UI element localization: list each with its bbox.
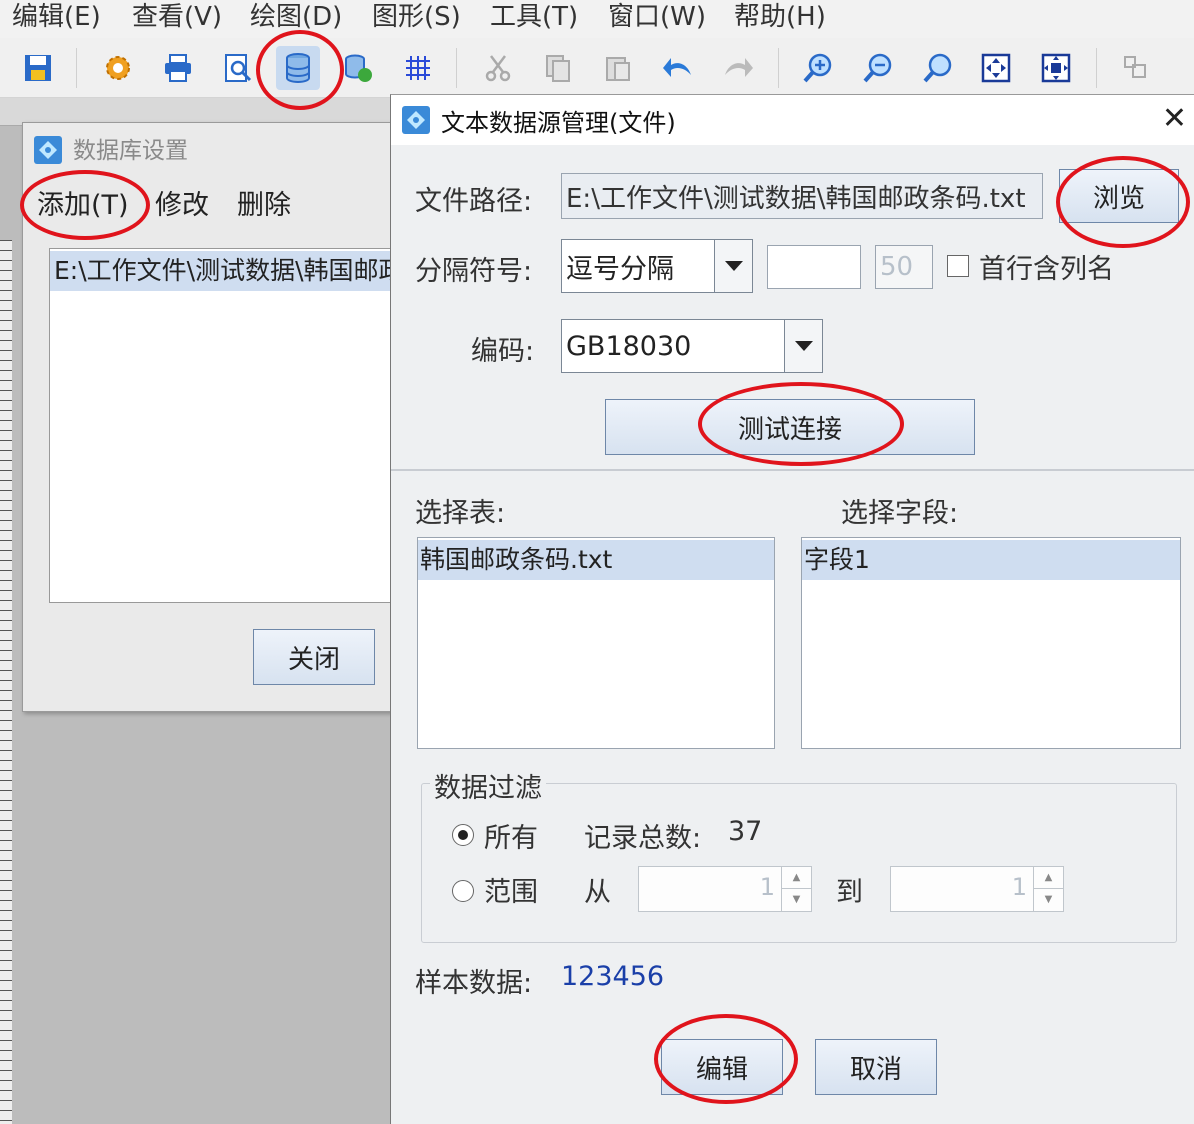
chevron-down-icon[interactable] [784,320,822,372]
dialog-title: 文本数据源管理(文件) [441,109,676,137]
menu-window[interactable]: 窗口(W) [608,0,706,33]
grid-icon[interactable] [396,46,440,90]
close-button[interactable]: 关闭 [253,629,375,685]
encoding-value: GB18030 [566,330,692,362]
fit-page-icon[interactable] [974,46,1018,90]
range-to-spinner[interactable]: 1 ▲ ▼ [890,866,1064,912]
table-list[interactable]: 韩国邮政条码.txt [417,537,775,749]
range-from-label: 从 [584,877,611,908]
fit-width-icon[interactable] [1034,46,1078,90]
spinner-buttons[interactable]: ▲ ▼ [1033,867,1063,911]
modify-button[interactable]: 修改 [155,183,209,222]
select-table-label: 选择表: [415,498,506,529]
preview-icon[interactable] [216,46,260,90]
paste-icon[interactable] [596,46,640,90]
spinner-buttons[interactable]: ▲ ▼ [781,867,811,911]
chevron-up-icon[interactable]: ▲ [1034,867,1063,889]
range-to-label: 到 [836,877,863,908]
text-datasource-dialog: 文本数据源管理(文件) ✕ 文件路径: E:\工作文件\测试数据\韩国邮政条码.… [390,94,1194,1124]
separator-select[interactable]: 逗号分隔 [561,239,753,293]
zoom-icon[interactable] [916,46,960,90]
list-item[interactable]: 字段1 [802,540,1180,580]
toolbar-separator [778,48,779,88]
custom-separator-input[interactable] [767,245,861,289]
test-connection-button[interactable]: 测试连接 [605,399,975,455]
zoom-in-icon[interactable] [796,46,840,90]
first-row-header-checkbox[interactable] [947,255,969,277]
field-list[interactable]: 字段1 [801,537,1181,749]
toolbar-separator [1096,48,1097,88]
database-settings-dialog: 数据库设置 添加(T) 修改 删除 E:\工作文件\测试数据\韩国邮政条码.tx… [22,122,405,712]
datasource-list[interactable]: E:\工作文件\测试数据\韩国邮政条码.txt [49,248,405,603]
menu-help[interactable]: 帮助(H) [734,0,826,33]
undo-icon[interactable] [656,46,700,90]
range-to-value: 1 [1011,873,1027,901]
list-item[interactable]: E:\工作文件\测试数据\韩国邮政条码.txt [50,251,404,291]
filter-all-radio[interactable] [452,824,474,846]
filter-range-radio[interactable] [452,880,474,902]
range-from-value: 1 [759,873,775,901]
separator-label: 分隔符号: [415,256,533,287]
encoding-select[interactable]: GB18030 [561,319,823,373]
sample-data-label: 样本数据: [415,968,533,999]
delete-button[interactable]: 删除 [237,183,291,222]
record-count-label: 记录总数: [584,823,702,854]
section-divider [391,469,1194,471]
save-icon[interactable] [16,46,60,90]
chevron-down-icon[interactable] [714,240,752,292]
toolbar-separator [76,48,77,88]
filter-all-label: 所有 [484,823,538,854]
redo-icon[interactable] [716,46,760,90]
chevron-down-icon[interactable]: ▼ [1034,889,1063,911]
encoding-label: 编码: [471,336,535,367]
toolbar-separator [456,48,457,88]
app-icon [401,105,431,139]
data-filter-title: 数据过滤 [430,766,546,805]
copy-icon[interactable] [536,46,580,90]
menu-draw[interactable]: 绘图(D) [250,0,342,33]
browse-button[interactable]: 浏览 [1059,169,1179,223]
data-filter-group: 数据过滤 所有 记录总数: 37 范围 从 1 ▲ ▼ 到 1 ▲ ▼ [421,766,1177,943]
file-path-input[interactable]: E:\工作文件\测试数据\韩国邮政条码.txt [561,173,1043,219]
add-button[interactable]: 添加(T) [37,183,129,222]
toolbar [0,38,1194,98]
menu-tools[interactable]: 工具(T) [490,0,578,33]
align-icon[interactable] [1114,46,1158,90]
database-icon[interactable] [276,46,320,90]
filter-range-label: 范围 [484,877,538,908]
chevron-down-icon[interactable]: ▼ [782,889,811,911]
chevron-up-icon[interactable]: ▲ [782,867,811,889]
menu-edit[interactable]: 编辑(E) [12,0,101,33]
zoom-out-icon[interactable] [856,46,900,90]
file-path-label: 文件路径: [415,186,533,217]
edit-button[interactable]: 编辑 [661,1039,783,1095]
print-icon[interactable] [156,46,200,90]
close-icon[interactable]: ✕ [1162,101,1187,136]
length-input[interactable]: 50 [875,245,933,289]
dialog-titlebar: 文本数据源管理(文件) ✕ [391,95,1194,145]
sample-data-value: 123456 [561,961,665,992]
first-row-header-label: 首行含列名 [979,254,1114,285]
vertical-ruler [0,240,12,1124]
select-field-label: 选择字段: [841,498,959,529]
menu-shape[interactable]: 图形(S) [372,0,461,33]
cut-icon[interactable] [476,46,520,90]
cancel-button[interactable]: 取消 [815,1039,937,1095]
database-link-icon[interactable] [336,46,380,90]
app-icon [33,135,63,169]
menubar: 编辑(E) 查看(V) 绘图(D) 图形(S) 工具(T) 窗口(W) 帮助(H… [0,0,1194,38]
range-from-spinner[interactable]: 1 ▲ ▼ [638,866,812,912]
record-count-value: 37 [728,816,763,847]
gear-icon[interactable] [96,46,140,90]
separator-value: 逗号分隔 [566,253,674,285]
list-item[interactable]: 韩国邮政条码.txt [418,540,774,580]
menu-view[interactable]: 查看(V) [132,0,222,33]
dialog-title: 数据库设置 [73,138,188,164]
